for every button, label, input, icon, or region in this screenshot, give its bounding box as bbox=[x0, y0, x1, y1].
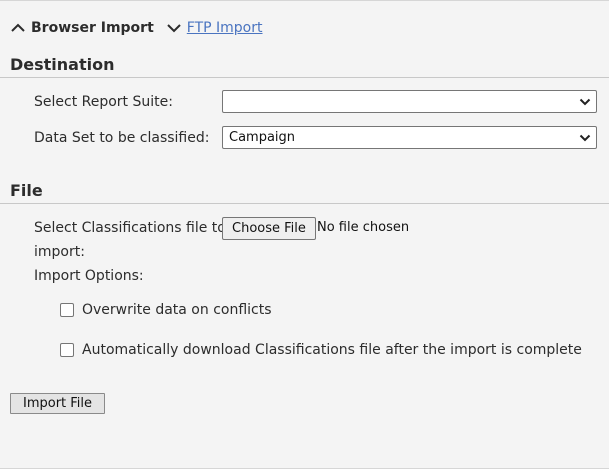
report-suite-label: Select Report Suite: bbox=[34, 94, 173, 110]
select-file-label-line2: import: bbox=[34, 244, 85, 260]
auto-download-label: Automatically download Classifications f… bbox=[82, 342, 582, 358]
data-set-label: Data Set to be classified: bbox=[34, 130, 210, 146]
choose-file-button[interactable]: Choose File bbox=[222, 217, 316, 240]
report-suite-select[interactable] bbox=[222, 90, 597, 113]
auto-download-option: Automatically download Classifications f… bbox=[60, 342, 582, 358]
tab-browser-import[interactable]: Browser Import bbox=[10, 20, 154, 36]
import-file-button[interactable]: Import File bbox=[10, 393, 106, 414]
destination-divider bbox=[0, 77, 609, 78]
import-panel: Browser Import FTP Import Destination Se… bbox=[0, 0, 609, 469]
chevron-down-icon bbox=[579, 97, 591, 107]
import-mode-tabs: Browser Import FTP Import bbox=[10, 17, 263, 39]
data-set-select[interactable]: Campaign bbox=[222, 126, 597, 149]
select-file-label-line1: Select Classifications file to bbox=[34, 220, 226, 236]
overwrite-label: Overwrite data on conflicts bbox=[82, 302, 272, 318]
file-divider bbox=[0, 203, 609, 204]
data-set-selected-value: Campaign bbox=[229, 130, 296, 145]
overwrite-option: Overwrite data on conflicts bbox=[60, 302, 272, 318]
chevron-up-icon bbox=[10, 22, 26, 34]
overwrite-checkbox[interactable] bbox=[60, 303, 74, 317]
chevron-down-icon bbox=[579, 133, 591, 143]
tab-browser-import-label: Browser Import bbox=[31, 20, 154, 36]
file-status-text: No file chosen bbox=[317, 220, 410, 235]
chevron-down-icon bbox=[166, 22, 182, 34]
tab-ftp-import[interactable]: FTP Import bbox=[166, 20, 263, 36]
ftp-import-link[interactable]: FTP Import bbox=[187, 20, 263, 36]
destination-section-title: Destination bbox=[10, 55, 115, 74]
file-section-title: File bbox=[10, 181, 43, 200]
auto-download-checkbox[interactable] bbox=[60, 343, 74, 357]
import-options-label: Import Options: bbox=[34, 268, 144, 284]
